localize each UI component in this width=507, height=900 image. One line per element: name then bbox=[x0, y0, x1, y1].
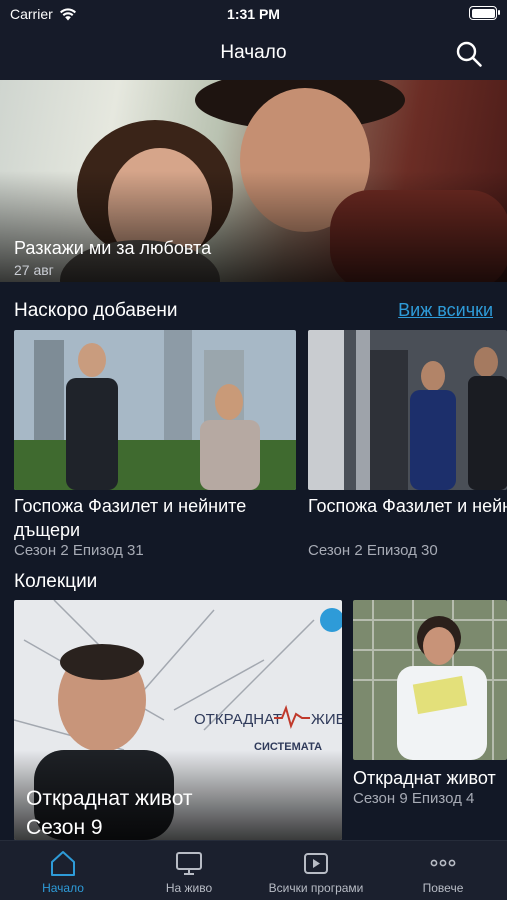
battery-icon bbox=[469, 6, 500, 20]
navigation-bar: Начало bbox=[0, 28, 507, 80]
collection-item-2-thumbnail[interactable] bbox=[353, 600, 507, 760]
recent-item-1-subtitle: Сезон 2 Епизод 31 bbox=[14, 542, 144, 559]
page-title: Начало bbox=[220, 42, 287, 63]
recent-item-1-image bbox=[14, 330, 296, 490]
hero-date: 27 авг bbox=[14, 262, 54, 278]
tv-icon bbox=[176, 852, 202, 875]
collection-item-2-title[interactable]: Откраднат живот bbox=[353, 766, 507, 790]
tab-home-label: Начало bbox=[42, 881, 84, 895]
see-all-link[interactable]: Виж всички bbox=[398, 300, 493, 321]
recent-item-2-image bbox=[308, 330, 507, 490]
recent-item-1-thumbnail[interactable] bbox=[14, 330, 296, 490]
tab-live[interactable]: На живо bbox=[126, 847, 252, 895]
collection-logo-title: ОТКРАДНАТ bbox=[194, 711, 282, 728]
tab-all-programs[interactable]: Всички програми bbox=[253, 847, 379, 895]
tab-more-label: Повече bbox=[422, 881, 464, 895]
status-time: 1:31 PM bbox=[227, 6, 280, 22]
collections-section-title: Колекции bbox=[14, 571, 98, 592]
hero-title: Разкажи ми за любовта bbox=[14, 238, 212, 258]
recent-item-2-thumbnail[interactable] bbox=[308, 330, 507, 490]
status-bar: Carrier 1:31 PM bbox=[0, 0, 507, 28]
tab-bar: Начало На живо Всички програми Повече bbox=[0, 840, 507, 900]
tab-more[interactable]: Повече bbox=[380, 847, 506, 895]
collection-item-2-image bbox=[353, 600, 507, 760]
play-folder-icon bbox=[304, 853, 328, 874]
recent-section-title: Наскоро добавени bbox=[14, 300, 178, 321]
home-icon bbox=[51, 851, 75, 876]
recent-item-2-subtitle: Сезон 2 Епизод 30 bbox=[308, 542, 438, 559]
collection-item-2-subtitle: Сезон 9 Епизод 4 bbox=[353, 790, 475, 807]
recent-item-2-title[interactable]: Госпожа Фазилет и нейните дъщери bbox=[308, 494, 507, 518]
tab-live-label: На живо bbox=[165, 881, 213, 895]
hero-banner[interactable]: Разкажи ми за любовта 27 авг bbox=[0, 80, 507, 282]
collection-item-1-title: Откраднат живот Сезон 9 bbox=[26, 787, 193, 839]
search-icon[interactable] bbox=[455, 40, 483, 68]
collection-logo-title-end: ЖИВ bbox=[311, 711, 342, 728]
tab-all-programs-label: Всички програми bbox=[268, 881, 364, 895]
recent-item-1-title[interactable]: Госпожа Фазилет и нейните дъщери bbox=[14, 494, 304, 542]
tab-home[interactable]: Начало bbox=[0, 847, 126, 895]
more-icon bbox=[430, 859, 456, 867]
collection-item-1-card[interactable]: ОТКРАДНАТ ЖИВ СИСТЕМАТА Откраднат живот … bbox=[14, 600, 342, 840]
